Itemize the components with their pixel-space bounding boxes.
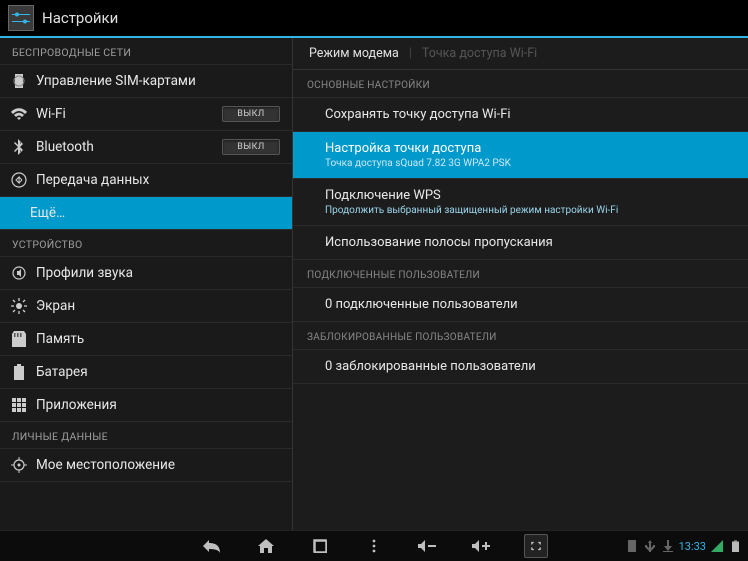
sidebar-item[interactable]: Управление SIM-картами bbox=[0, 65, 292, 98]
volume-down-button[interactable] bbox=[416, 534, 440, 558]
sidebar-item-label: Мое местоположение bbox=[36, 457, 280, 473]
detail-item[interactable]: Использование полосы пропускания bbox=[293, 226, 748, 260]
sidebar-item-label: Экран bbox=[36, 298, 280, 314]
battery-icon bbox=[10, 364, 28, 380]
page-title: Настройки bbox=[42, 9, 118, 27]
detail-item-title: Использование полосы пропускания bbox=[325, 235, 734, 250]
status-tray[interactable]: 13:33 bbox=[625, 539, 742, 553]
sidebar-section-header: БЕСПРОВОДНЫЕ СЕТИ bbox=[0, 38, 292, 65]
titlebar: Настройки bbox=[0, 0, 748, 38]
detail-item[interactable]: 0 подключенные пользователи bbox=[293, 288, 748, 322]
sidebar-item[interactable]: Bluetooth ВЫКЛ bbox=[0, 131, 292, 164]
volume-up-button[interactable] bbox=[470, 534, 494, 558]
detail-pane: Режим модема | Точка доступа Wi-Fi ОСНОВ… bbox=[293, 38, 748, 530]
sidebar-item-label: Память bbox=[36, 331, 280, 347]
sidebar-item-label: Bluetooth bbox=[36, 139, 214, 155]
tab-wifi-ap[interactable]: Точка доступа Wi-Fi bbox=[416, 46, 543, 61]
battery-icon bbox=[728, 539, 742, 553]
sd-icon bbox=[625, 539, 639, 553]
sidebar-item[interactable]: Профили звука bbox=[0, 257, 292, 290]
detail-item[interactable]: Подключение WPS Продолжить выбранный защи… bbox=[293, 179, 748, 226]
sidebar-item-label: Управление SIM-картами bbox=[36, 73, 280, 89]
detail-section-header: ПОДКЛЮЧЕННЫЕ ПОЛЬЗОВАТЕЛИ bbox=[293, 260, 748, 288]
display-icon bbox=[10, 298, 28, 314]
detail-item-title: 0 подключенные пользователи bbox=[325, 297, 734, 312]
detail-item-title: Сохранять точку доступа Wi-Fi bbox=[325, 107, 734, 122]
tab-separator: | bbox=[409, 46, 412, 61]
apps-icon bbox=[10, 398, 28, 412]
sidebar: БЕСПРОВОДНЫЕ СЕТИ Управление SIM-картами W… bbox=[0, 38, 293, 530]
sidebar-item-label: Батарея bbox=[36, 364, 280, 380]
data-icon bbox=[10, 172, 28, 188]
sidebar-item[interactable]: Мое местоположение bbox=[0, 449, 292, 482]
location-icon bbox=[10, 457, 28, 473]
wifi-icon bbox=[10, 107, 28, 121]
usb-icon bbox=[643, 539, 657, 553]
clock: 13:33 bbox=[679, 540, 706, 553]
settings-icon bbox=[8, 5, 34, 31]
recent-apps-button[interactable] bbox=[308, 534, 332, 558]
tab-tether-mode[interactable]: Режим модема bbox=[303, 46, 405, 61]
sidebar-item[interactable]: Ещё… bbox=[0, 197, 292, 230]
detail-item-subtitle: Точка доступа sQuad 7.82 3G WPA2 PSK bbox=[325, 158, 734, 169]
back-button[interactable] bbox=[200, 534, 224, 558]
sidebar-item[interactable]: Передача данных bbox=[0, 164, 292, 197]
sidebar-item[interactable]: Экран bbox=[0, 290, 292, 323]
sidebar-item[interactable]: Память bbox=[0, 323, 292, 356]
detail-item-subtitle: Продолжить выбранный защищенный режим на… bbox=[325, 205, 734, 216]
sidebar-item[interactable]: Приложения bbox=[0, 389, 292, 422]
system-navbar: 13:33 bbox=[0, 530, 748, 561]
tabs: Режим модема | Точка доступа Wi-Fi bbox=[293, 38, 748, 70]
storage-icon bbox=[10, 331, 28, 347]
menu-button[interactable] bbox=[362, 534, 386, 558]
detail-section-header: ОСНОВНЫЕ НАСТРОЙКИ bbox=[293, 70, 748, 98]
bt-icon bbox=[10, 139, 28, 155]
sidebar-section-header: ЛИЧНЫЕ ДАННЫЕ bbox=[0, 422, 292, 449]
sidebar-item[interactable]: Wi-Fi ВЫКЛ bbox=[0, 98, 292, 131]
screenshot-button[interactable] bbox=[524, 534, 548, 558]
detail-item[interactable]: Сохранять точку доступа Wi-Fi bbox=[293, 98, 748, 132]
detail-item[interactable]: Настройка точки доступа Точка доступа sQu… bbox=[293, 132, 748, 179]
sidebar-item-label: Ещё… bbox=[30, 205, 280, 221]
sidebar-item-label: Профили звука bbox=[36, 265, 280, 281]
toggle-switch[interactable]: ВЫКЛ bbox=[222, 139, 280, 155]
detail-item-title: 0 заблокированные пользователи bbox=[325, 359, 734, 374]
download-icon bbox=[661, 539, 675, 553]
sidebar-item-label: Wi-Fi bbox=[36, 106, 214, 122]
sidebar-item-label: Приложения bbox=[36, 397, 280, 413]
sidebar-item[interactable]: Батарея bbox=[0, 356, 292, 389]
sim-icon bbox=[10, 73, 28, 89]
sidebar-item-label: Передача данных bbox=[36, 172, 280, 188]
sidebar-section-header: УСТРОЙСТВО bbox=[0, 230, 292, 257]
toggle-switch[interactable]: ВЫКЛ bbox=[222, 106, 280, 122]
home-button[interactable] bbox=[254, 534, 278, 558]
detail-item-title: Подключение WPS bbox=[325, 188, 734, 203]
sound-icon bbox=[10, 265, 28, 281]
detail-item-title: Настройка точки доступа bbox=[325, 141, 734, 156]
detail-section-header: ЗАБЛОКИРОВАННЫЕ ПОЛЬЗОВАТЕЛИ bbox=[293, 322, 748, 350]
detail-item[interactable]: 0 заблокированные пользователи bbox=[293, 350, 748, 384]
signal-icon bbox=[710, 539, 724, 553]
